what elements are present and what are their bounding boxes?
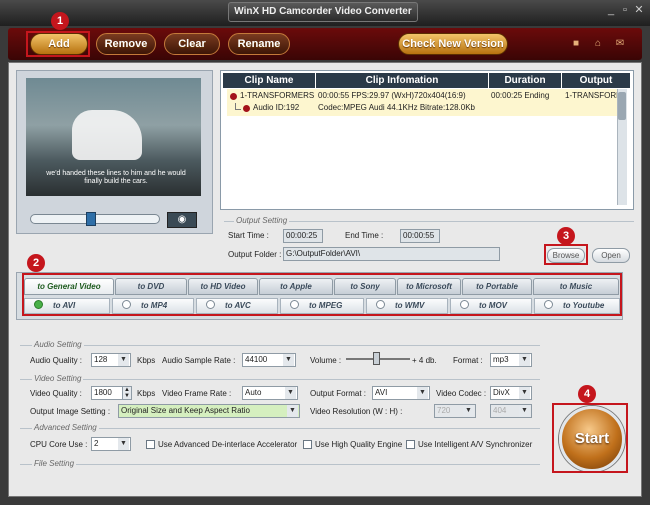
start-time-label: Start Time :	[228, 231, 269, 240]
column-output[interactable]: Output	[562, 73, 630, 88]
preview-car-shape	[72, 110, 142, 160]
column-clip-name[interactable]: Clip Name	[223, 73, 315, 88]
scrollbar-thumb[interactable]	[618, 92, 626, 120]
audio-kbps-label: Kbps	[137, 356, 156, 365]
callout-number-1: 1	[51, 12, 69, 30]
mail-icon[interactable]: ✉	[614, 38, 626, 50]
callout-box-formats	[22, 273, 622, 316]
lock-icon[interactable]: ■	[570, 38, 582, 50]
video-kbps-label: Kbps	[137, 389, 156, 398]
audio-quality-label: Audio Quality :	[30, 356, 83, 365]
audio-setting-legend: Audio Setting	[32, 340, 84, 349]
output-format-label: Output Format :	[310, 389, 367, 398]
volume-slider-thumb[interactable]	[373, 352, 380, 365]
column-duration[interactable]: Duration	[489, 73, 561, 88]
audio-quality-select[interactable]: 128	[91, 353, 131, 367]
video-setting-divider	[20, 379, 540, 380]
av-sync-checkbox[interactable]	[406, 440, 415, 449]
video-quality-spinner-icon[interactable]: ▲ ▼	[122, 386, 132, 400]
file-setting-divider	[20, 464, 540, 465]
file-setting-legend: File Setting	[32, 459, 77, 468]
high-quality-label: Use High Quality Engine	[315, 440, 403, 449]
output-format-select[interactable]: AVI	[372, 386, 430, 400]
video-setting-legend: Video Setting	[32, 374, 84, 383]
deinterlace-label: Use Advanced De-interlace Accelerator	[158, 440, 298, 449]
callout-box-browse	[544, 244, 588, 265]
output-folder-field[interactable]: G:\OutputFolder\AVI\	[283, 247, 500, 261]
audio-info-cell: Codec:MPEG Audi 44.1KHz Bitrate:128.0Kb	[318, 103, 475, 112]
audio-track-icon	[243, 105, 250, 112]
tree-connector	[235, 103, 241, 110]
check-new-version-button[interactable]: Check New Version	[398, 33, 508, 55]
resolution-height-select[interactable]: 404	[490, 404, 532, 418]
callout-box-start	[552, 403, 628, 473]
maximize-icon[interactable]: ▫	[618, 4, 632, 16]
audio-format-select[interactable]: mp3	[490, 353, 532, 367]
av-sync-label: Use Intelligent A/V Synchronizer	[418, 440, 533, 449]
video-resolution-label: Video Resolution (W : H) :	[310, 407, 403, 416]
audio-format-label: Format :	[453, 356, 483, 365]
preview-subtitle: we'd handed these lines to him and he wo…	[46, 170, 186, 185]
resolution-width-select[interactable]: 720	[434, 404, 476, 418]
column-clip-information[interactable]: Clip Infomation	[316, 73, 488, 88]
deinterlace-checkbox[interactable]	[146, 440, 155, 449]
cpu-core-label: CPU Core Use :	[30, 440, 88, 449]
seek-slider-thumb[interactable]	[86, 212, 96, 226]
video-quality-input[interactable]: 1800	[91, 386, 123, 400]
output-image-setting-select[interactable]: Original Size and Keep Aspect Ratio	[118, 404, 300, 418]
window-title: WinX HD Camcorder Video Converter	[228, 2, 418, 22]
close-icon[interactable]: ✕	[632, 4, 646, 16]
output-folder-label: Output Folder :	[228, 250, 282, 259]
clip-output-cell: 1-TRANSFORM	[565, 91, 617, 100]
end-time-label: End Time :	[345, 231, 384, 240]
audio-sample-rate-label: Audio Sample Rate :	[162, 356, 236, 365]
callout-number-2: 2	[27, 254, 45, 272]
clear-button[interactable]: Clear	[164, 33, 220, 55]
audio-setting-divider	[20, 345, 540, 346]
volume-value: + 4 db.	[412, 356, 437, 365]
remove-button[interactable]: Remove	[96, 33, 156, 55]
output-setting-legend: Output Setting	[234, 216, 290, 225]
video-frame-rate-label: Video Frame Rate :	[162, 389, 232, 398]
video-track-icon	[230, 93, 237, 100]
clip-info-cell: 00:00:55 FPS:29.97 (WxH)720x404(16:9)	[318, 91, 466, 100]
minimize-icon[interactable]: _	[604, 4, 618, 16]
callout-box-add	[26, 31, 90, 57]
rename-button[interactable]: Rename	[228, 33, 290, 55]
audio-name-cell: Audio ID:192	[253, 103, 300, 112]
audio-sample-rate-select[interactable]: 44100	[242, 353, 296, 367]
clip-name-cell: 1-TRANSFORMERS2	[240, 91, 314, 100]
end-time-field[interactable]: 00:00:55	[400, 229, 440, 243]
volume-label: Volume :	[310, 356, 342, 365]
output-image-setting-label: Output Image Setting :	[30, 407, 111, 416]
snapshot-camera-icon[interactable]: ◉	[167, 212, 197, 228]
video-frame-rate-select[interactable]: Auto	[242, 386, 298, 400]
video-preview: we'd handed these lines to him and he wo…	[26, 78, 201, 196]
video-codec-select[interactable]: DivX	[490, 386, 532, 400]
home-icon[interactable]: ⌂	[592, 38, 604, 50]
callout-number-3: 3	[557, 227, 575, 245]
advanced-setting-legend: Advanced Setting	[32, 423, 99, 432]
cpu-core-select[interactable]: 2	[91, 437, 131, 451]
video-quality-label: Video Quality :	[30, 389, 82, 398]
video-codec-label: Video Codec :	[436, 389, 487, 398]
open-button[interactable]: Open	[592, 248, 630, 263]
clip-duration-cell: 00:00:25 Ending	[491, 91, 550, 100]
start-time-field[interactable]: 00:00:25	[283, 229, 323, 243]
high-quality-checkbox[interactable]	[303, 440, 312, 449]
callout-number-4: 4	[578, 385, 596, 403]
